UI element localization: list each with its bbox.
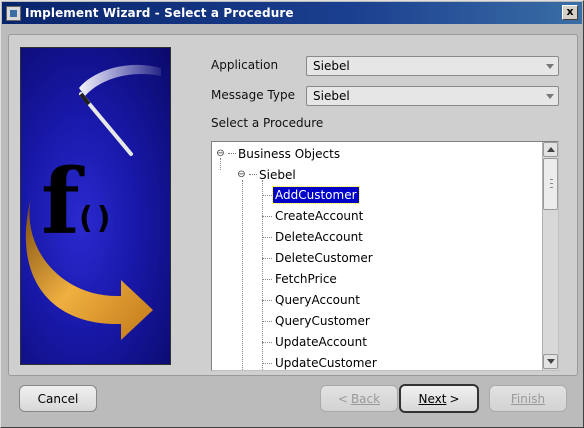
tree-connector: [220, 158, 221, 170]
application-label: Application: [211, 58, 279, 72]
tree-connector: [262, 363, 272, 364]
grip-icon: [550, 179, 553, 180]
tree-node-business-objects[interactable]: ⊖ Business Objects: [215, 144, 340, 163]
message-type-select[interactable]: Siebel: [306, 86, 559, 106]
chevron-down-icon: [546, 94, 554, 99]
cancel-label: Cancel: [37, 391, 79, 406]
application-select[interactable]: Siebel: [306, 56, 559, 76]
procedure-tree[interactable]: ⊖ Business Objects ⊖ Siebel AddCustomer …: [211, 141, 559, 371]
next-label: Next: [418, 391, 447, 406]
wizard-window: Implement Wizard - Select a Procedure x …: [0, 0, 584, 428]
tree-leaf-createaccount[interactable]: CreateAccount: [273, 208, 365, 224]
chevron-right-icon: >: [449, 391, 460, 406]
finish-label: Finish: [510, 391, 546, 406]
grip-icon: [550, 187, 553, 188]
tree-leaf-fetchprice[interactable]: FetchPrice: [273, 271, 339, 287]
message-type-value: Siebel: [313, 89, 350, 103]
close-button[interactable]: x: [562, 5, 578, 20]
procedure-label: Select a Procedure: [211, 116, 324, 130]
function-illustration: f (): [25, 64, 161, 340]
next-button[interactable]: Next >: [399, 384, 479, 413]
tree-connector: [262, 237, 272, 238]
close-icon: x: [566, 5, 574, 18]
tree-leaf-queryaccount[interactable]: QueryAccount: [273, 292, 362, 308]
scroll-down-button[interactable]: [543, 354, 558, 369]
cancel-button[interactable]: Cancel: [19, 385, 97, 412]
window-title: Implement Wizard - Select a Procedure: [25, 6, 294, 20]
app-icon: [6, 5, 21, 21]
application-value: Siebel: [313, 59, 350, 73]
back-button[interactable]: < Back: [320, 385, 398, 412]
tree-connector: [262, 342, 272, 343]
tree-leaf-updatecustomer[interactable]: UpdateCustomer: [273, 355, 379, 370]
tree-scrollbar[interactable]: [542, 142, 558, 370]
tree-node-siebel[interactable]: ⊖ Siebel: [236, 165, 296, 184]
tree-node-label: Business Objects: [238, 146, 341, 161]
tree-connector: [249, 174, 257, 175]
scroll-thumb[interactable]: [543, 158, 558, 210]
tree-connector: [262, 216, 272, 217]
tree-leaf-deleteaccount[interactable]: DeleteAccount: [273, 229, 365, 245]
tree-leaf-querycustomer[interactable]: QueryCustomer: [273, 313, 372, 329]
tree-connector: [228, 153, 236, 154]
back-label: Back: [350, 391, 381, 406]
grip-icon: [550, 183, 553, 184]
tree-connector: [262, 195, 272, 196]
tree-connector: [262, 279, 272, 280]
title-bar[interactable]: Implement Wizard - Select a Procedure x: [2, 2, 582, 24]
scroll-up-button[interactable]: [543, 142, 558, 157]
arrow-up-icon: [547, 147, 555, 152]
tree-connector: [262, 321, 272, 322]
tree-connector: [242, 180, 243, 370]
tree-connector: [262, 258, 272, 259]
tree-leaf-addcustomer[interactable]: AddCustomer: [272, 186, 360, 204]
tree-connector: [262, 300, 272, 301]
chevron-down-icon: [546, 64, 554, 69]
message-type-label: Message Type: [211, 88, 295, 102]
finish-button[interactable]: Finish: [489, 385, 567, 412]
wizard-graphic: f (): [20, 47, 171, 365]
collapse-icon[interactable]: ⊖: [236, 169, 247, 180]
wand-trail: [79, 64, 161, 96]
arrow-down-icon: [547, 359, 555, 364]
tree-node-label: Siebel: [259, 167, 296, 182]
tree-leaf-deletecustomer[interactable]: DeleteCustomer: [273, 250, 375, 266]
function-parens: (): [79, 201, 114, 236]
tree-leaf-updateaccount[interactable]: UpdateAccount: [273, 334, 369, 350]
chevron-left-icon: <: [337, 391, 348, 406]
